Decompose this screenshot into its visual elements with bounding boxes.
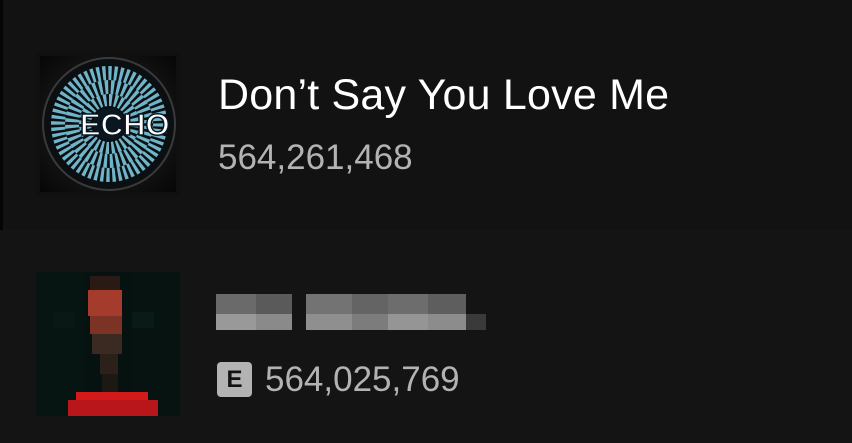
artwork-logo-text: ECHO (80, 107, 170, 142)
track-row[interactable]: E 564,025,769 (0, 268, 852, 416)
echo-artwork-image: ECHO (36, 52, 180, 196)
pixelated-artwork-image (36, 272, 180, 416)
track-title: Don’t Say You Love Me (218, 71, 670, 119)
popular-tracks-list: ECHO Don’t Say You Love Me 564,261,468 E… (0, 0, 852, 443)
album-art: ECHO (36, 52, 180, 196)
play-count: 564,025,769 (265, 360, 460, 399)
album-art-obscured (36, 272, 180, 416)
play-count: 564,261,468 (218, 138, 413, 177)
track-row[interactable]: ECHO Don’t Say You Love Me 564,261,468 (0, 48, 852, 198)
obscured-track-title (216, 286, 486, 338)
explicit-badge: E (217, 362, 252, 397)
